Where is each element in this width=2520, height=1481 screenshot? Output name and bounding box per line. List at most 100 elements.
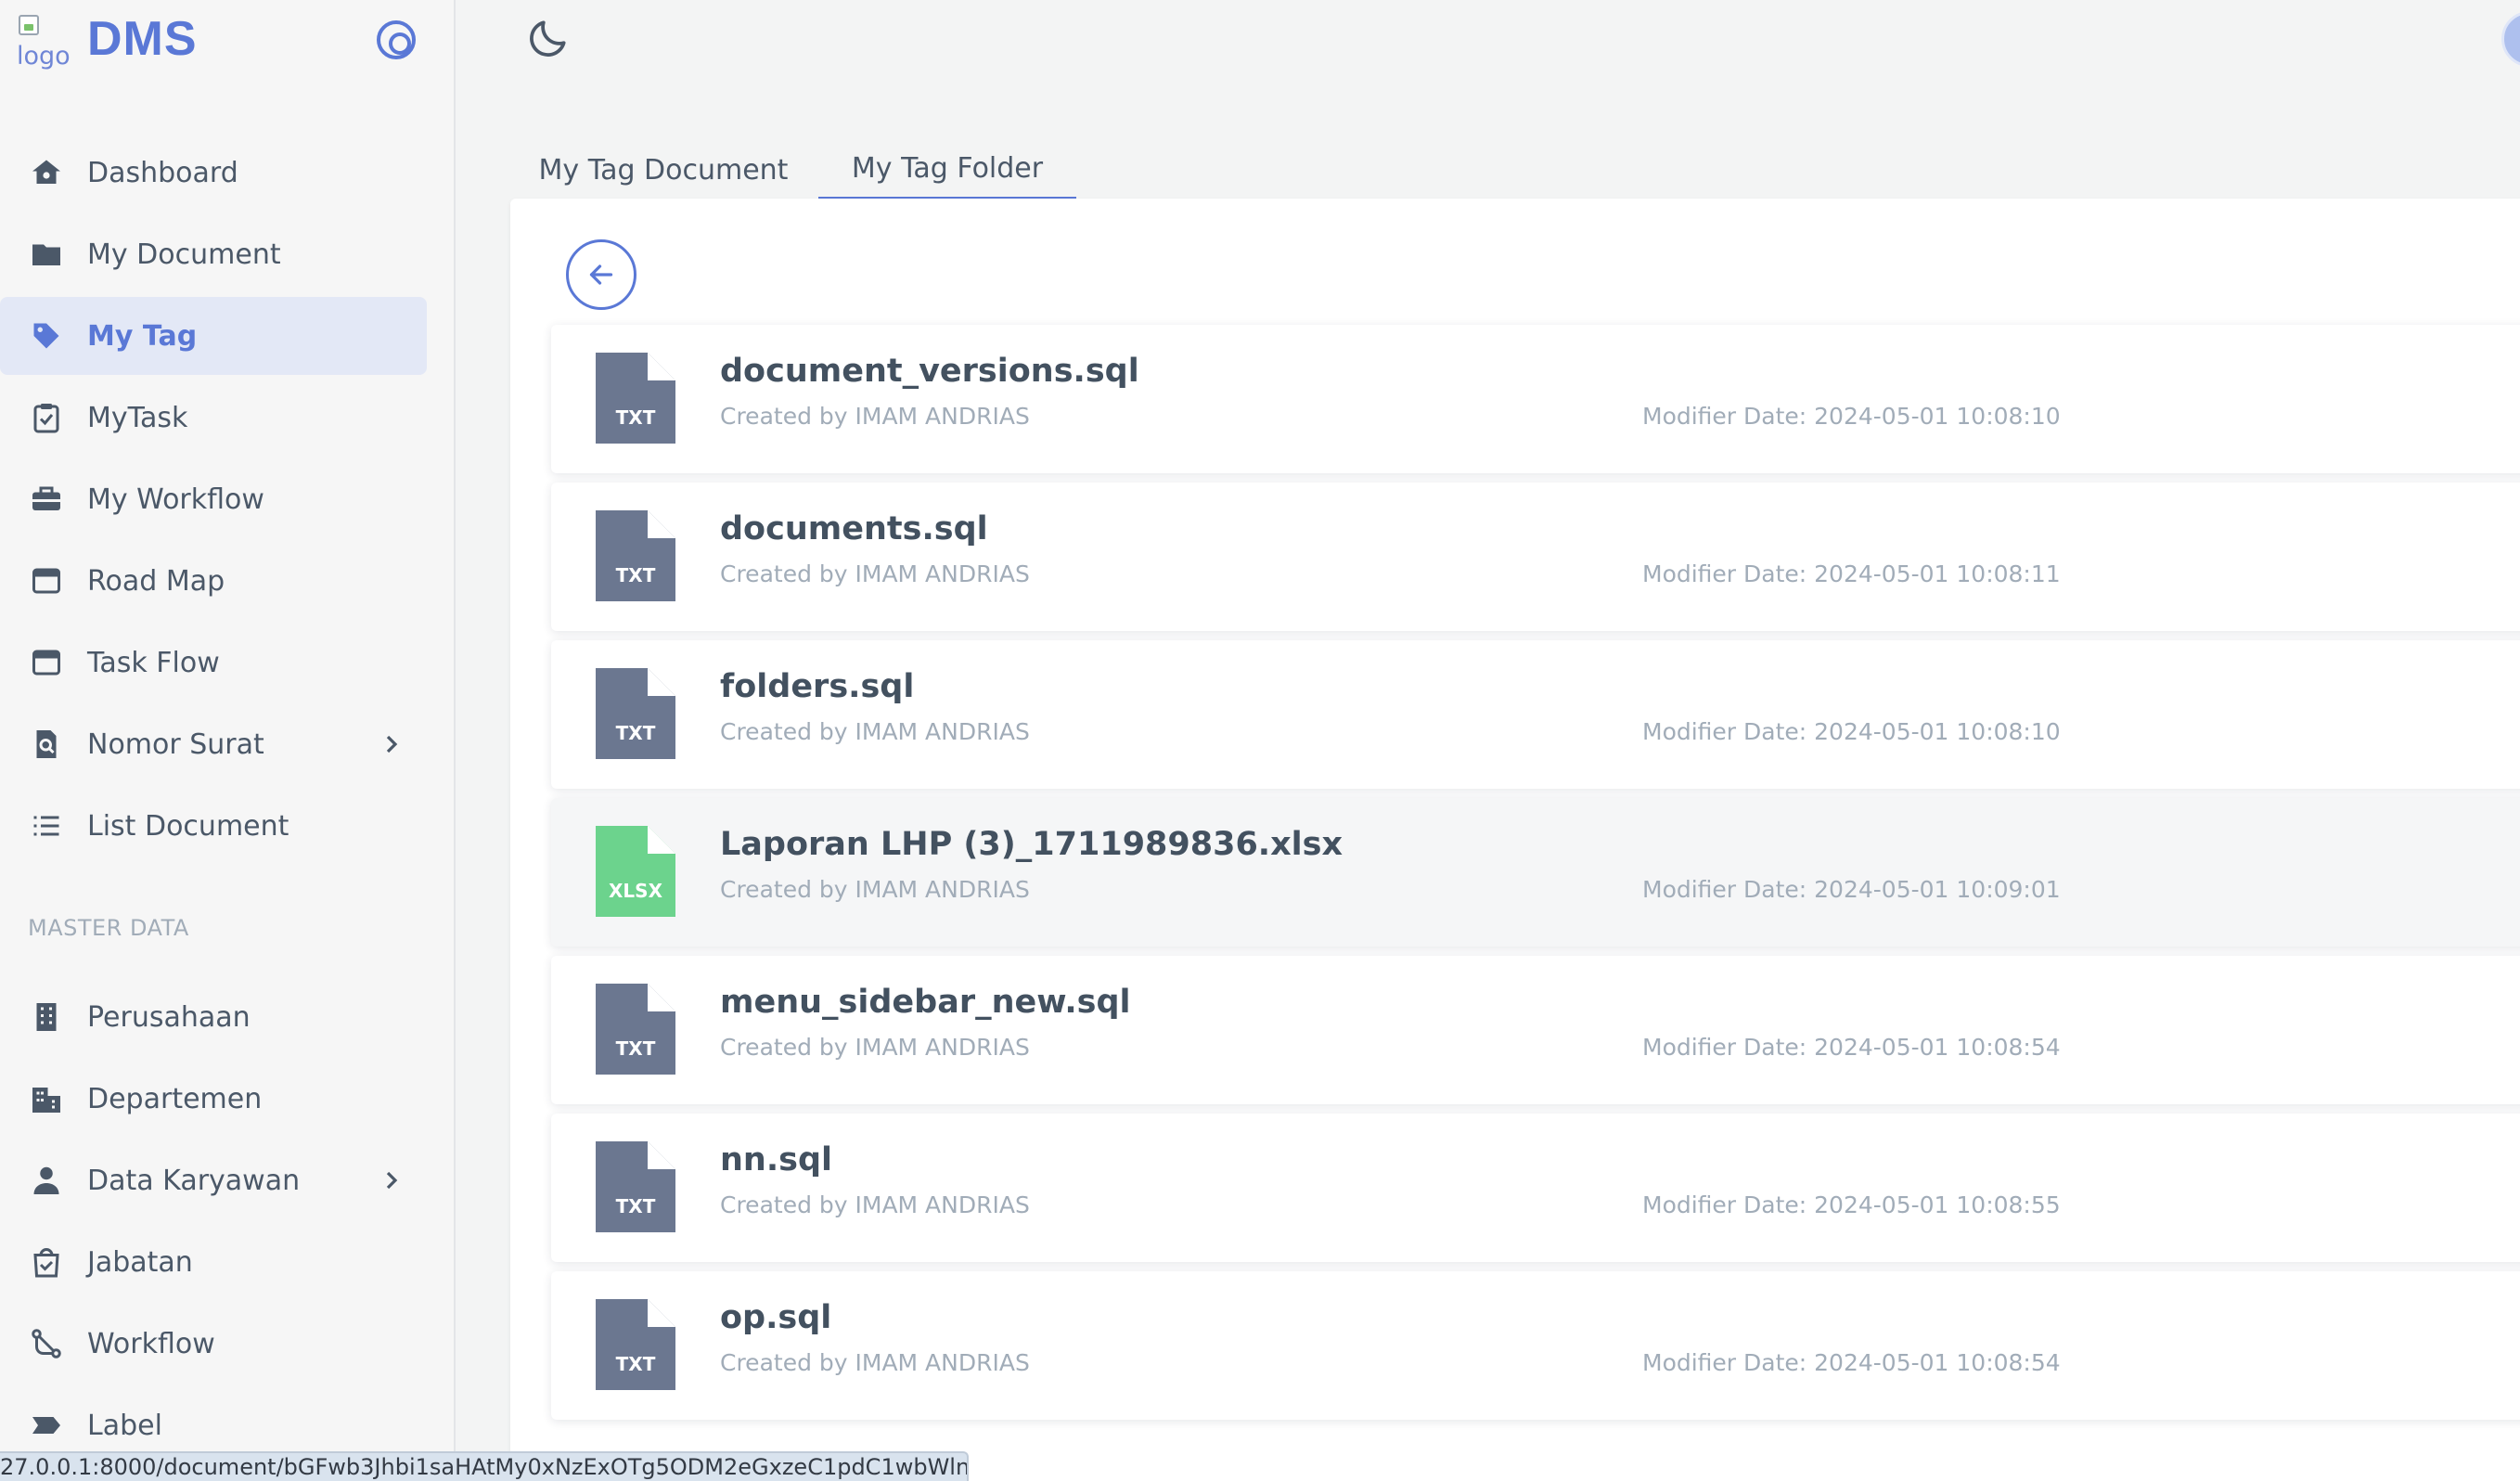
sidebar-item-list-document[interactable]: List Document xyxy=(0,787,427,865)
browser-window-icon xyxy=(28,644,65,681)
browser-window-icon xyxy=(28,562,65,599)
file-row[interactable]: TXT documents.sql Created by IMAM ANDRIA… xyxy=(551,483,2520,631)
file-name[interactable]: documents.sql xyxy=(720,510,988,547)
sidebar-item-label: Departemen xyxy=(87,1082,263,1115)
file-row[interactable]: XLSX Laporan LHP (3)_1711989836.xlsx Cre… xyxy=(551,798,2520,947)
sidebar-item-dashboard[interactable]: Dashboard xyxy=(0,134,427,212)
sidebar-item-label: Nomor Surat xyxy=(87,728,264,761)
file-txt-icon: TXT xyxy=(596,510,675,601)
sidebar-item-label: Jabatan xyxy=(87,1245,193,1279)
file-created-by: Created by IMAM ANDRIAS xyxy=(720,718,1030,745)
sidebar-item-road-map[interactable]: Road Map xyxy=(0,542,427,620)
sidebar-item-my-document[interactable]: My Document xyxy=(0,215,427,293)
brand: logo DMS xyxy=(0,0,456,93)
file-name[interactable]: nn.sql xyxy=(720,1141,832,1178)
clipboard-check-icon xyxy=(28,399,65,436)
sidebar-item-data-karyawan[interactable]: Data Karyawan xyxy=(0,1141,427,1219)
chevron-right-icon[interactable] xyxy=(377,1165,406,1195)
sidebar-item-my-tag[interactable]: My Tag xyxy=(0,297,427,375)
file-txt-icon: TXT xyxy=(596,1299,675,1390)
buildings-icon xyxy=(28,1080,65,1117)
file-modified-date: Modifier Date: 2024-05-01 10:08:54 xyxy=(1642,1349,2061,1376)
file-type-label: TXT xyxy=(615,722,656,744)
file-row[interactable]: TXT op.sql Created by IMAM ANDRIAS Modif… xyxy=(551,1271,2520,1420)
file-created-by: Created by IMAM ANDRIAS xyxy=(720,1349,1030,1376)
file-created-by: Created by IMAM ANDRIAS xyxy=(720,560,1030,587)
building-icon xyxy=(28,998,65,1036)
file-created-by: Created by IMAM ANDRIAS xyxy=(720,403,1030,430)
tag-icon xyxy=(28,317,65,354)
file-modified-date: Modifier Date: 2024-05-01 10:08:54 xyxy=(1642,1034,2061,1061)
git-branch-icon xyxy=(28,1325,65,1362)
back-button[interactable] xyxy=(566,239,636,310)
file-txt-icon: TXT xyxy=(596,1141,675,1232)
chevron-right-icon[interactable] xyxy=(377,729,406,759)
sidebar-item-nomor-surat[interactable]: Nomor Surat xyxy=(0,705,427,783)
file-modified-date: Modifier Date: 2024-05-01 10:08:55 xyxy=(1642,1191,2061,1218)
sidebar-item-label: Dashboard xyxy=(87,156,238,189)
broken-image-icon xyxy=(19,15,39,35)
section-label-master-data: MASTER DATA xyxy=(28,915,189,941)
home-icon xyxy=(28,154,65,191)
file-created-by: Created by IMAM ANDRIAS xyxy=(720,876,1030,903)
status-bar-url: 27.0.0.1:8000/document/bGFwb3Jhbi1saHAtM… xyxy=(0,1451,969,1481)
file-txt-icon: TXT xyxy=(596,668,675,759)
label-icon xyxy=(28,1407,65,1444)
sidebar-item-my-workflow[interactable]: My Workflow xyxy=(0,460,427,538)
sidebar-item-label: Data Karyawan xyxy=(87,1164,301,1197)
file-row[interactable]: TXT menu_sidebar_new.sql Created by IMAM… xyxy=(551,956,2520,1104)
file-row[interactable]: TXT nn.sql Created by IMAM ANDRIAS Modif… xyxy=(551,1114,2520,1262)
sidebar-item-label: Road Map xyxy=(87,564,225,598)
file-modified-date: Modifier Date: 2024-05-01 10:09:01 xyxy=(1642,876,2061,903)
sidebar-item-label: Workflow xyxy=(87,1327,215,1360)
sidebar-toggle-icon[interactable] xyxy=(377,20,416,59)
sidebar-item-label: List Document xyxy=(87,809,289,843)
sidebar-item-label: Perusahaan xyxy=(87,1000,251,1034)
file-type-label: TXT xyxy=(615,1353,656,1375)
file-name[interactable]: folders.sql xyxy=(720,668,914,705)
briefcase-icon xyxy=(28,481,65,518)
file-txt-icon: TXT xyxy=(596,353,675,444)
sidebar: logo DMS Dashboard My Document My Tag My… xyxy=(0,0,456,1481)
file-modified-date: Modifier Date: 2024-05-01 10:08:11 xyxy=(1642,560,2061,587)
sidebar-item-mytask[interactable]: MyTask xyxy=(0,379,427,457)
dark-mode-moon-icon[interactable] xyxy=(525,15,572,61)
file-row[interactable]: TXT document_versions.sql Created by IMA… xyxy=(551,325,2520,473)
sidebar-item-label: My Tag xyxy=(87,319,198,353)
folder-icon xyxy=(28,236,65,273)
file-type-label: TXT xyxy=(615,1037,656,1060)
sidebar-item-workflow[interactable]: Workflow xyxy=(0,1305,427,1383)
sidebar-item-label: Task Flow xyxy=(87,646,220,679)
logo-image[interactable]: logo xyxy=(15,13,72,71)
sidebar-item-label: My Workflow xyxy=(87,483,264,516)
file-type-label: TXT xyxy=(615,564,656,586)
file-row[interactable]: TXT folders.sql Created by IMAM ANDRIAS … xyxy=(551,640,2520,789)
file-xlsx-icon: XLSX xyxy=(596,826,675,917)
file-name[interactable]: op.sql xyxy=(720,1299,831,1336)
sidebar-item-label: MyTask xyxy=(87,401,188,434)
sidebar-item-jabatan[interactable]: Jabatan xyxy=(0,1223,427,1301)
file-created-by: Created by IMAM ANDRIAS xyxy=(720,1034,1030,1061)
file-name[interactable]: document_versions.sql xyxy=(720,353,1139,390)
tab-my-tag-folder[interactable]: My Tag Folder xyxy=(818,139,1076,200)
shopping-bag-check-icon xyxy=(28,1243,65,1281)
sidebar-item-task-flow[interactable]: Task Flow xyxy=(0,624,427,702)
file-modified-date: Modifier Date: 2024-05-01 10:08:10 xyxy=(1642,718,2061,745)
user-icon xyxy=(28,1162,65,1199)
tab-my-tag-document[interactable]: My Tag Document xyxy=(536,139,791,200)
file-type-label: XLSX xyxy=(609,880,662,902)
file-name[interactable]: menu_sidebar_new.sql xyxy=(720,984,1131,1021)
file-txt-icon: TXT xyxy=(596,984,675,1075)
file-name[interactable]: Laporan LHP (3)_1711989836.xlsx xyxy=(720,826,1343,863)
list-icon xyxy=(28,807,65,844)
sidebar-item-departemen[interactable]: Departemen xyxy=(0,1060,427,1138)
arrow-left-icon xyxy=(589,264,613,285)
sidebar-item-label: Label xyxy=(87,1409,162,1442)
logo-alt-text: logo xyxy=(17,42,71,71)
file-search-icon xyxy=(28,726,65,763)
file-created-by: Created by IMAM ANDRIAS xyxy=(720,1191,1030,1218)
user-avatar[interactable] xyxy=(2501,11,2520,67)
sidebar-item-perusahaan[interactable]: Perusahaan xyxy=(0,978,427,1056)
brand-name[interactable]: DMS xyxy=(87,11,198,67)
file-type-label: TXT xyxy=(615,406,656,429)
